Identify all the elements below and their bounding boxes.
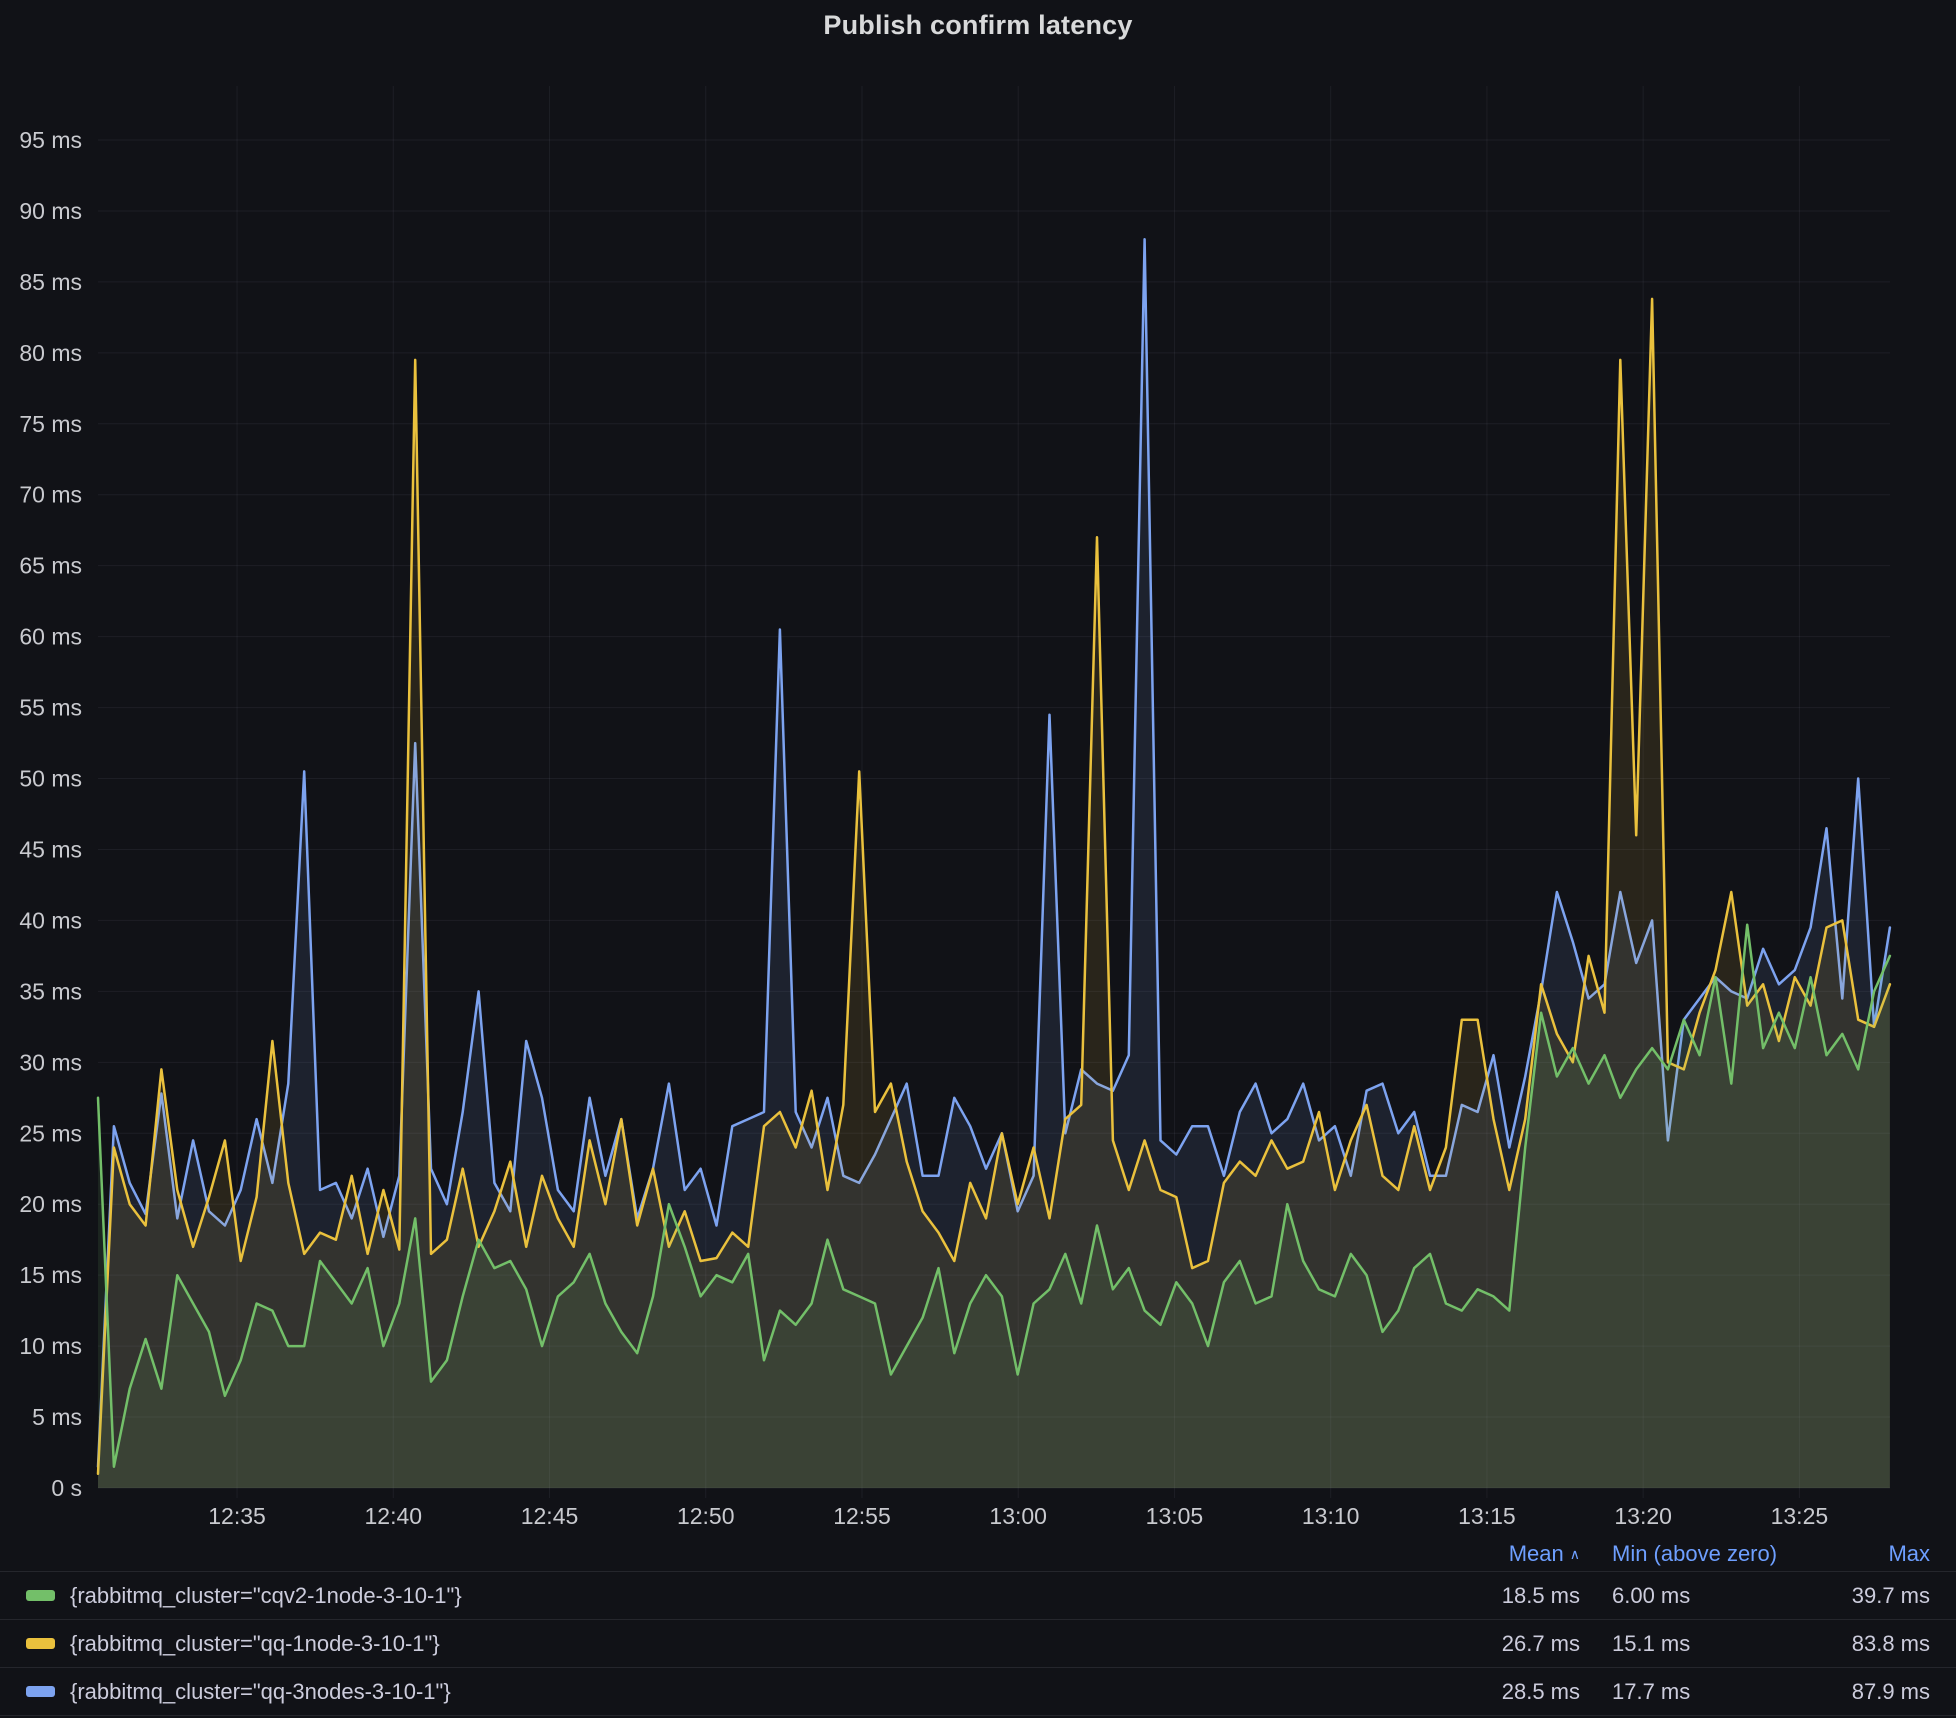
y-axis-tick-label: 65 ms (19, 553, 82, 579)
legend-header-min[interactable]: Min (above zero) (1580, 1541, 1780, 1567)
legend-header-mean-label: Mean (1509, 1541, 1564, 1566)
grafana-panel: 0 s 5 ms 10 ms 15 ms 20 ms 25 ms 30 ms 35 ms 40 … (0, 0, 1956, 1718)
y-axis-tick-label: 80 ms (19, 340, 82, 366)
stat-max: 87.9 ms (1780, 1679, 1930, 1705)
y-axis-tick-label: 15 ms (19, 1262, 82, 1288)
y-axis-tick-label: 70 ms (19, 482, 82, 508)
chart-canvas[interactable]: 0 s 5 ms 10 ms 15 ms 20 ms 25 ms 30 ms 35 ms 40 … (0, 0, 1956, 1537)
y-axis-tick-label: 45 ms (19, 836, 82, 862)
y-axis-tick-label: 85 ms (19, 269, 82, 295)
y-axis-tick-label: 40 ms (19, 907, 82, 933)
stat-mean: 28.5 ms (1440, 1679, 1580, 1705)
x-axis-tick-label: 12:45 (521, 1503, 579, 1529)
stat-min: 17.7 ms (1580, 1679, 1780, 1705)
x-axis-tick-label: 12:55 (833, 1503, 891, 1529)
x-axis-tick-label: 13:25 (1771, 1503, 1829, 1529)
series-label[interactable]: {rabbitmq_cluster="cqv2-1node-3-10-1"} (70, 1583, 462, 1609)
series-color-swatch (26, 1686, 55, 1697)
y-axis-tick-label: 0 s (51, 1475, 82, 1501)
series-label[interactable]: {rabbitmq_cluster="qq-1node-3-10-1"} (70, 1631, 440, 1657)
x-axis-tick-label: 12:50 (677, 1503, 735, 1529)
legend-header-mean[interactable]: Mean ∧ (1440, 1541, 1580, 1567)
stat-min: 6.00 ms (1580, 1583, 1780, 1609)
y-axis-tick-label: 30 ms (19, 1049, 82, 1075)
legend-header-max[interactable]: Max (1780, 1541, 1930, 1567)
y-axis-tick-label: 90 ms (19, 198, 82, 224)
stat-min: 15.1 ms (1580, 1631, 1780, 1657)
series-label[interactable]: {rabbitmq_cluster="qq-3nodes-3-10-1"} (70, 1679, 451, 1705)
y-axis-tick-label: 50 ms (19, 766, 82, 792)
legend: Mean ∧ Min (above zero) Max {rabbitmq_clu… (0, 1537, 1956, 1718)
y-axis-tick-label: 55 ms (19, 695, 82, 721)
stat-mean: 18.5 ms (1440, 1583, 1580, 1609)
x-axis-tick-label: 13:20 (1614, 1503, 1672, 1529)
stat-max: 83.8 ms (1780, 1631, 1930, 1657)
legend-item-cqv2-1node[interactable]: {rabbitmq_cluster="cqv2-1node-3-10-1"} 1… (0, 1571, 1956, 1619)
x-axis-tick-label: 13:10 (1302, 1503, 1360, 1529)
x-axis-tick-label: 12:40 (365, 1503, 423, 1529)
y-axis-tick-label: 75 ms (19, 411, 82, 437)
legend-header-row: Mean ∧ Min (above zero) Max (0, 1537, 1956, 1571)
y-axis-tick-label: 95 ms (19, 127, 82, 153)
y-axis-tick-label: 60 ms (19, 624, 82, 650)
sort-asc-caret-icon: ∧ (1570, 1546, 1580, 1563)
legend-label-cell: {rabbitmq_cluster="cqv2-1node-3-10-1"} (0, 1583, 1440, 1609)
y-axis-tick-label: 10 ms (19, 1333, 82, 1359)
y-axis-tick-label: 5 ms (32, 1404, 82, 1430)
x-axis-tick-label: 13:15 (1458, 1503, 1516, 1529)
x-axis-tick-label: 13:05 (1146, 1503, 1204, 1529)
y-axis-tick-label: 20 ms (19, 1191, 82, 1217)
x-axis-tick-label: 13:00 (989, 1503, 1047, 1529)
series-color-swatch (26, 1638, 55, 1649)
legend-item-qq-3nodes[interactable]: {rabbitmq_cluster="qq-3nodes-3-10-1"} 28… (0, 1667, 1956, 1716)
y-axis-tick-label: 25 ms (19, 1120, 82, 1146)
legend-label-cell: {rabbitmq_cluster="qq-1node-3-10-1"} (0, 1631, 1440, 1657)
y-axis-tick-label: 35 ms (19, 978, 82, 1004)
legend-item-qq-1node[interactable]: {rabbitmq_cluster="qq-1node-3-10-1"} 26.… (0, 1619, 1956, 1667)
legend-label-cell: {rabbitmq_cluster="qq-3nodes-3-10-1"} (0, 1679, 1440, 1705)
stat-max: 39.7 ms (1780, 1583, 1930, 1609)
panel-title[interactable]: Publish confirm latency (0, 10, 1956, 41)
series-color-swatch (26, 1590, 55, 1601)
stat-mean: 26.7 ms (1440, 1631, 1580, 1657)
x-axis-tick-label: 12:35 (208, 1503, 266, 1529)
